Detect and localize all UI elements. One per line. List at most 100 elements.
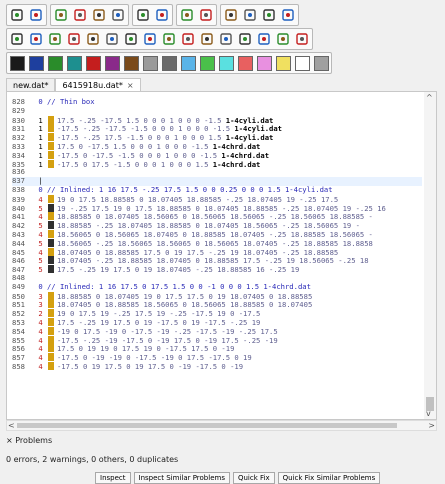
code-line[interactable]: 850 3 18.88585 0 18.07405 19 0 17.5 17.5… <box>12 291 422 300</box>
code-line[interactable]: 839 4 19 0 17.5 18.88585 0 18.07405 18.8… <box>12 194 422 204</box>
color-swatch[interactable] <box>179 54 197 72</box>
code-line[interactable]: 837 | <box>12 177 422 186</box>
color-swatch[interactable] <box>274 54 292 72</box>
window-a-icon[interactable] <box>52 6 70 24</box>
code-line[interactable]: 830 1 17.5 -.25 -17.5 1.5 0 0 0 1 0 0 0 … <box>12 115 422 125</box>
code-line[interactable]: 829 <box>12 107 422 116</box>
code-line[interactable]: 856 4 17.5 0 19 19 0 17.5 19 0 -17.5 17.… <box>12 344 422 353</box>
green-a-icon[interactable] <box>198 30 216 48</box>
window-c-icon[interactable] <box>90 6 108 24</box>
code-line[interactable]: 841 4 18.88585 0 18.07405 18.56065 0 18.… <box>12 212 422 221</box>
line-number: 836 <box>12 168 25 177</box>
color-swatch[interactable] <box>46 54 64 72</box>
scroll-right-icon[interactable]: > <box>428 421 435 430</box>
color-swatch[interactable] <box>293 54 311 72</box>
color-swatch[interactable] <box>255 54 273 72</box>
code-line[interactable]: 836 <box>12 168 422 177</box>
color-swatch[interactable] <box>217 54 235 72</box>
code-line[interactable]: 842 5 18.88585 -.25 18.07405 18.88585 0 … <box>12 221 422 230</box>
color-red-icon[interactable] <box>27 30 45 48</box>
copy-icon[interactable] <box>241 6 259 24</box>
code-line[interactable]: 857 4 -17.5 0 -19 -19 0 -17.5 -19 0 17.5… <box>12 353 422 362</box>
code-line[interactable]: 833 1 17.5 0 -17.5 1.5 0 0 0 1 0 0 0 -1.… <box>12 141 422 151</box>
code-line[interactable]: 843 4 18.56065 0 18.56065 18.07405 0 18.… <box>12 229 422 239</box>
horizontal-scrollbar[interactable]: < > <box>6 420 437 431</box>
code-line[interactable]: 848 <box>12 274 422 283</box>
tab-new-dat[interactable]: new.dat* <box>6 78 56 92</box>
forbidden-icon[interactable] <box>153 6 171 24</box>
code-line[interactable]: 846 5 18.07405 -.25 18.88585 18.07405 0 … <box>12 256 422 265</box>
stop-icon[interactable] <box>8 30 26 48</box>
vertical-scrollbar[interactable]: ^ v <box>424 92 436 419</box>
lasso-icon[interactable] <box>134 6 152 24</box>
code-line[interactable]: 840 5 19 -.25 17.5 19 0 17.5 18.88585 0 … <box>12 203 422 212</box>
window-b-icon[interactable] <box>71 6 89 24</box>
code-line[interactable]: 835 1 -17.5 0 17.5 -1.5 0 0 0 1 0 0 0 1.… <box>12 159 422 168</box>
color-swatch[interactable] <box>8 54 26 72</box>
green-b-icon[interactable] <box>217 30 235 48</box>
code-line[interactable]: 845 4 18.07405 0 18.88585 17.5 0 19 17.5… <box>12 247 422 256</box>
scroll-thumb[interactable] <box>17 423 397 428</box>
code-line[interactable]: 853 4 17.5 -.25 19 17.5 0 19 -17.5 0 19 … <box>12 317 422 327</box>
panel-left-icon[interactable] <box>8 6 26 24</box>
globe-icon[interactable] <box>160 30 178 48</box>
color-swatch[interactable] <box>160 54 178 72</box>
grid-icon[interactable] <box>274 30 292 48</box>
magnet-icon[interactable] <box>141 30 159 48</box>
undo-icon[interactable] <box>178 6 196 24</box>
doc-add-icon[interactable] <box>179 30 197 48</box>
doc-icon[interactable] <box>279 6 297 24</box>
code-line[interactable]: 855 4 -17.5 -.25 -19 -17.5 0 -19 17.5 0 … <box>12 335 422 344</box>
color-swatch[interactable] <box>122 54 140 72</box>
code-line[interactable]: 849 0 // Inlined: 1 16 17.5 0 17.5 1.5 0… <box>12 283 422 292</box>
brick-icon[interactable] <box>65 30 83 48</box>
swatch-fill <box>66 55 82 71</box>
printer-icon[interactable] <box>255 30 273 48</box>
inspect-similar-problems-button[interactable]: Inspect Similar Problems <box>133 472 230 484</box>
scroll-up-icon[interactable]: ^ <box>426 93 433 102</box>
code-line[interactable]: 832 1 -17.5 -.25 17.5 -1.5 0 0 0 1 0 0 0… <box>12 133 422 142</box>
color-swatch[interactable] <box>312 54 330 72</box>
tree-icon[interactable] <box>46 30 64 48</box>
swatch-fill <box>256 55 272 71</box>
quick-fix-button[interactable]: Quick Fix <box>232 472 275 484</box>
code-line[interactable]: 858 4 -17.5 0 19 17.5 0 19 17.5 0 -19 -1… <box>12 361 422 371</box>
code-line[interactable]: 831 1 -17.5 -.25 -17.5 -1.5 0 0 0 1 0 0 … <box>12 124 422 133</box>
code-line[interactable]: 834 1 -17.5 0 -17.5 -1.5 0 0 0 1 0 0 0 -… <box>12 150 422 160</box>
redo-icon[interactable] <box>197 6 215 24</box>
color-swatch[interactable] <box>103 54 121 72</box>
code-line[interactable]: 844 5 18.56065 -.25 18.56065 18.56065 0 … <box>12 238 422 248</box>
quick-fix-similar-problems-button[interactable]: Quick Fix Similar Problems <box>277 472 381 484</box>
window-d-icon[interactable] <box>109 6 127 24</box>
code-token: 1-4chrd.dat <box>212 141 261 151</box>
code-editor[interactable]: 828 0 // Thin box 829 830 1 17.5 -.25 -17.… <box>6 91 437 420</box>
scroll-left-icon[interactable]: < <box>8 421 15 430</box>
scroll-down-icon[interactable]: v <box>426 409 431 418</box>
color-swatch[interactable] <box>65 54 83 72</box>
grid-small-icon[interactable] <box>293 30 311 48</box>
3d-icon[interactable] <box>122 30 140 48</box>
code-line[interactable]: 847 5 17.5 -.25 19 17.5 0 19 18.07405 -.… <box>12 265 422 274</box>
code-token: 4 <box>34 317 47 327</box>
tab-6415918u-dat[interactable]: 6415918u.dat* × <box>55 78 141 92</box>
code-line[interactable]: 854 4 -19 0 17.5 -19 0 -17.5 -19 -.25 -1… <box>12 326 422 336</box>
panel-right-icon[interactable] <box>27 6 45 24</box>
code-line[interactable]: 838 0 // Inlined: 1 16 17.5 -.25 17.5 1.… <box>12 186 422 195</box>
close-icon[interactable]: × <box>6 436 13 445</box>
color-swatch[interactable] <box>141 54 159 72</box>
inspect-button[interactable]: Inspect <box>95 472 131 484</box>
paste-icon[interactable] <box>260 6 278 24</box>
color-swatch[interactable] <box>27 54 45 72</box>
arrows-icon[interactable] <box>84 30 102 48</box>
color-swatch[interactable] <box>84 54 102 72</box>
people-icon[interactable] <box>236 30 254 48</box>
binoculars-icon[interactable] <box>222 6 240 24</box>
code-line[interactable]: 851 3 18.07405 0 18.88585 18.56065 0 18.… <box>12 300 422 309</box>
code-line[interactable]: 828 0 // Thin box <box>12 98 422 107</box>
code-token: 17.5 -.25 -17.5 1.5 0 0 0 1 0 0 0 -1.5 <box>56 115 226 125</box>
code-line[interactable]: 852 2 19 0 17.5 19 -.25 17.5 19 -.25 -17… <box>12 309 422 318</box>
close-icon[interactable]: × <box>127 81 134 90</box>
color-swatch[interactable] <box>236 54 254 72</box>
color-swatch[interactable] <box>198 54 216 72</box>
part-icon[interactable] <box>103 30 121 48</box>
